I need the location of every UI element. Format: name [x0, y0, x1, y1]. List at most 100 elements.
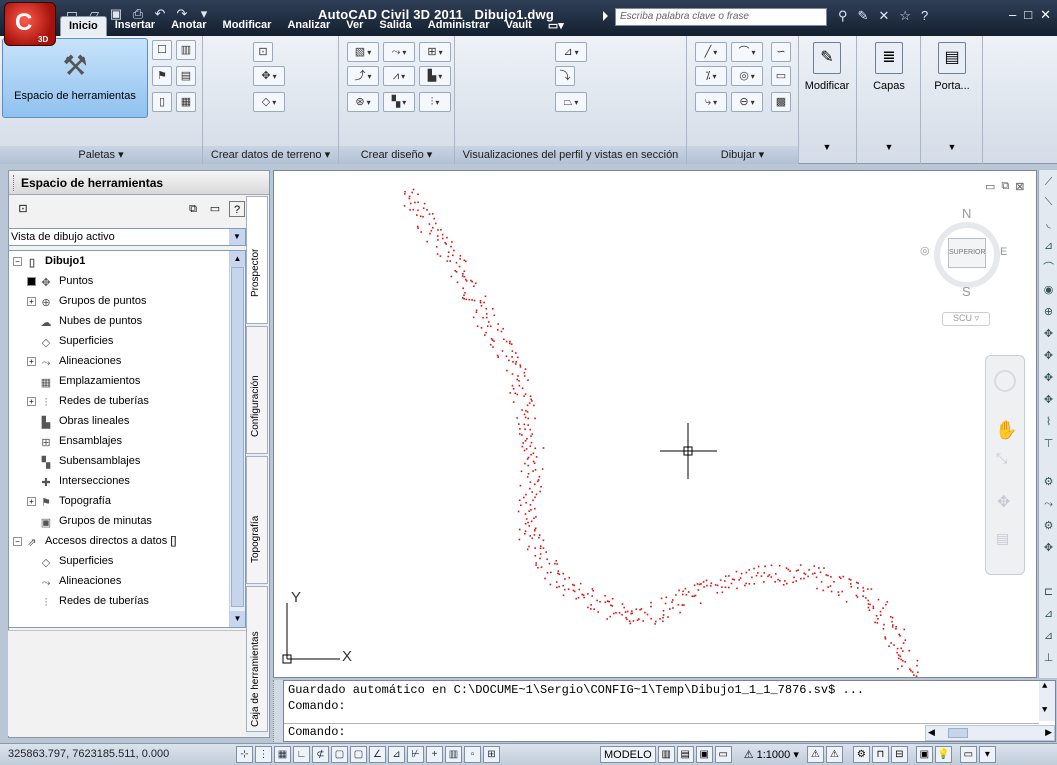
- home-icon[interactable]: ◎: [920, 244, 930, 257]
- survey-point[interactable]: [461, 275, 464, 277]
- survey-point[interactable]: [862, 590, 865, 592]
- tree-item-obras-lineales[interactable]: ▙ Obras lineales: [39, 411, 130, 431]
- tree-scrollbar[interactable]: ▲ ▼: [229, 251, 245, 627]
- tolerance-icon[interactable]: ⚙: [1041, 474, 1056, 490]
- viewcube-face[interactable]: SUPERIOR: [948, 238, 986, 268]
- viewcube[interactable]: N S E ◎ SUPERIOR SCU ▿: [920, 206, 1014, 328]
- profile-view-icon[interactable]: ⊿: [555, 42, 587, 62]
- survey-point[interactable]: [518, 433, 521, 435]
- survey-point[interactable]: [623, 606, 625, 609]
- survey-point[interactable]: [417, 209, 419, 212]
- tree-item-alineaciones[interactable]: ⤳ Alineaciones: [39, 351, 122, 371]
- survey-point[interactable]: [723, 580, 726, 582]
- dimension-diameter-icon[interactable]: ⊕: [1041, 304, 1056, 320]
- survey-point[interactable]: [558, 573, 561, 576]
- survey-point[interactable]: [518, 380, 520, 382]
- survey-point[interactable]: [671, 601, 673, 603]
- survey-point[interactable]: [733, 578, 736, 581]
- survey-point[interactable]: [514, 363, 517, 365]
- survey-point[interactable]: [757, 572, 759, 574]
- survey-point[interactable]: [642, 620, 644, 622]
- survey-point[interactable]: [679, 611, 681, 614]
- survey-point[interactable]: [485, 331, 487, 334]
- survey-point[interactable]: [644, 611, 646, 614]
- survey-point[interactable]: [505, 340, 508, 343]
- ducs-icon[interactable]: ⊿: [388, 746, 405, 763]
- survey-point[interactable]: [739, 577, 742, 579]
- survey-point[interactable]: [542, 547, 545, 549]
- survey-point[interactable]: [436, 253, 439, 255]
- survey-point[interactable]: [903, 628, 905, 631]
- survey-point[interactable]: [879, 610, 882, 613]
- survey-point[interactable]: [635, 608, 638, 610]
- survey-point[interactable]: [521, 387, 524, 389]
- survey-point[interactable]: [745, 582, 747, 585]
- survey-point[interactable]: [428, 223, 431, 225]
- survey-point[interactable]: [512, 401, 515, 403]
- survey-point[interactable]: [465, 260, 467, 263]
- survey-point[interactable]: [486, 325, 489, 327]
- survey-point[interactable]: [849, 583, 852, 585]
- survey-point[interactable]: [516, 378, 518, 381]
- survey-point[interactable]: [593, 608, 595, 610]
- command-scrollbar[interactable]: ▲ ▼: [1039, 681, 1055, 721]
- toolspace-button[interactable]: ⚒ Espacio de herramientas: [2, 38, 148, 118]
- survey-point[interactable]: [475, 282, 477, 285]
- survey-point[interactable]: [437, 235, 439, 237]
- survey-point[interactable]: [757, 565, 760, 568]
- survey-point[interactable]: [613, 612, 615, 615]
- survey-point[interactable]: [632, 620, 635, 622]
- survey-point[interactable]: [503, 338, 505, 341]
- survey-point[interactable]: [740, 572, 743, 575]
- survey-point[interactable]: [557, 572, 559, 575]
- survey-point[interactable]: [808, 569, 810, 571]
- survey-point[interactable]: [763, 572, 766, 574]
- tab-configuracion[interactable]: Configuración: [246, 326, 268, 454]
- survey-point[interactable]: [509, 392, 512, 394]
- tab-modificar[interactable]: Modificar: [215, 16, 280, 36]
- survey-point[interactable]: [897, 668, 899, 670]
- survey-point[interactable]: [420, 231, 422, 233]
- survey-point[interactable]: [655, 620, 657, 623]
- dimension-style-icon[interactable]: ⊥: [1041, 650, 1056, 666]
- survey-point[interactable]: [811, 573, 814, 575]
- survey-point[interactable]: [453, 249, 455, 252]
- pan-icon[interactable]: ✋: [995, 420, 1017, 441]
- application-menu-button[interactable]: C 3D: [4, 2, 56, 46]
- survey-point[interactable]: [526, 438, 528, 440]
- dimension-arc-icon[interactable]: ◟: [1041, 216, 1056, 232]
- expand-icon[interactable]: +: [27, 357, 36, 366]
- survey-point[interactable]: [625, 616, 627, 619]
- rectangle-icon[interactable]: ▭: [771, 66, 791, 86]
- survey-point[interactable]: [557, 570, 560, 572]
- compass-north-label[interactable]: N: [962, 206, 971, 221]
- lineweight-icon[interactable]: +: [426, 746, 443, 763]
- surfaces-icon[interactable]: ◇: [253, 92, 285, 112]
- survey-point[interactable]: [604, 601, 607, 603]
- survey-point[interactable]: [869, 603, 871, 606]
- arc-icon[interactable]: ⤷: [695, 92, 727, 112]
- survey-point[interactable]: [730, 582, 733, 585]
- survey-point[interactable]: [446, 260, 449, 262]
- survey-point[interactable]: [527, 379, 529, 381]
- survey-point[interactable]: [491, 339, 494, 341]
- survey-point[interactable]: [728, 586, 730, 589]
- survey-point[interactable]: [833, 581, 835, 583]
- survey-point[interactable]: [472, 316, 475, 319]
- survey-point[interactable]: [562, 594, 565, 597]
- survey-point[interactable]: [901, 665, 903, 667]
- survey-point[interactable]: [521, 445, 524, 448]
- survey-point[interactable]: [779, 580, 781, 582]
- tab-topografia[interactable]: Topografía: [246, 456, 268, 584]
- survey-point[interactable]: [517, 375, 519, 377]
- survey-point[interactable]: [546, 572, 549, 574]
- survey-point[interactable]: [792, 581, 794, 584]
- survey-point[interactable]: [626, 618, 628, 621]
- panel-title-dibujar[interactable]: Dibujar ▾: [687, 146, 798, 164]
- survey-point[interactable]: [512, 388, 515, 390]
- survey-point[interactable]: [523, 496, 525, 499]
- command-line-grip[interactable]: [273, 680, 283, 742]
- survey-point[interactable]: [825, 574, 828, 576]
- dimension-ordinate-icon[interactable]: ⊿: [1041, 238, 1056, 254]
- survey-point[interactable]: [528, 402, 531, 404]
